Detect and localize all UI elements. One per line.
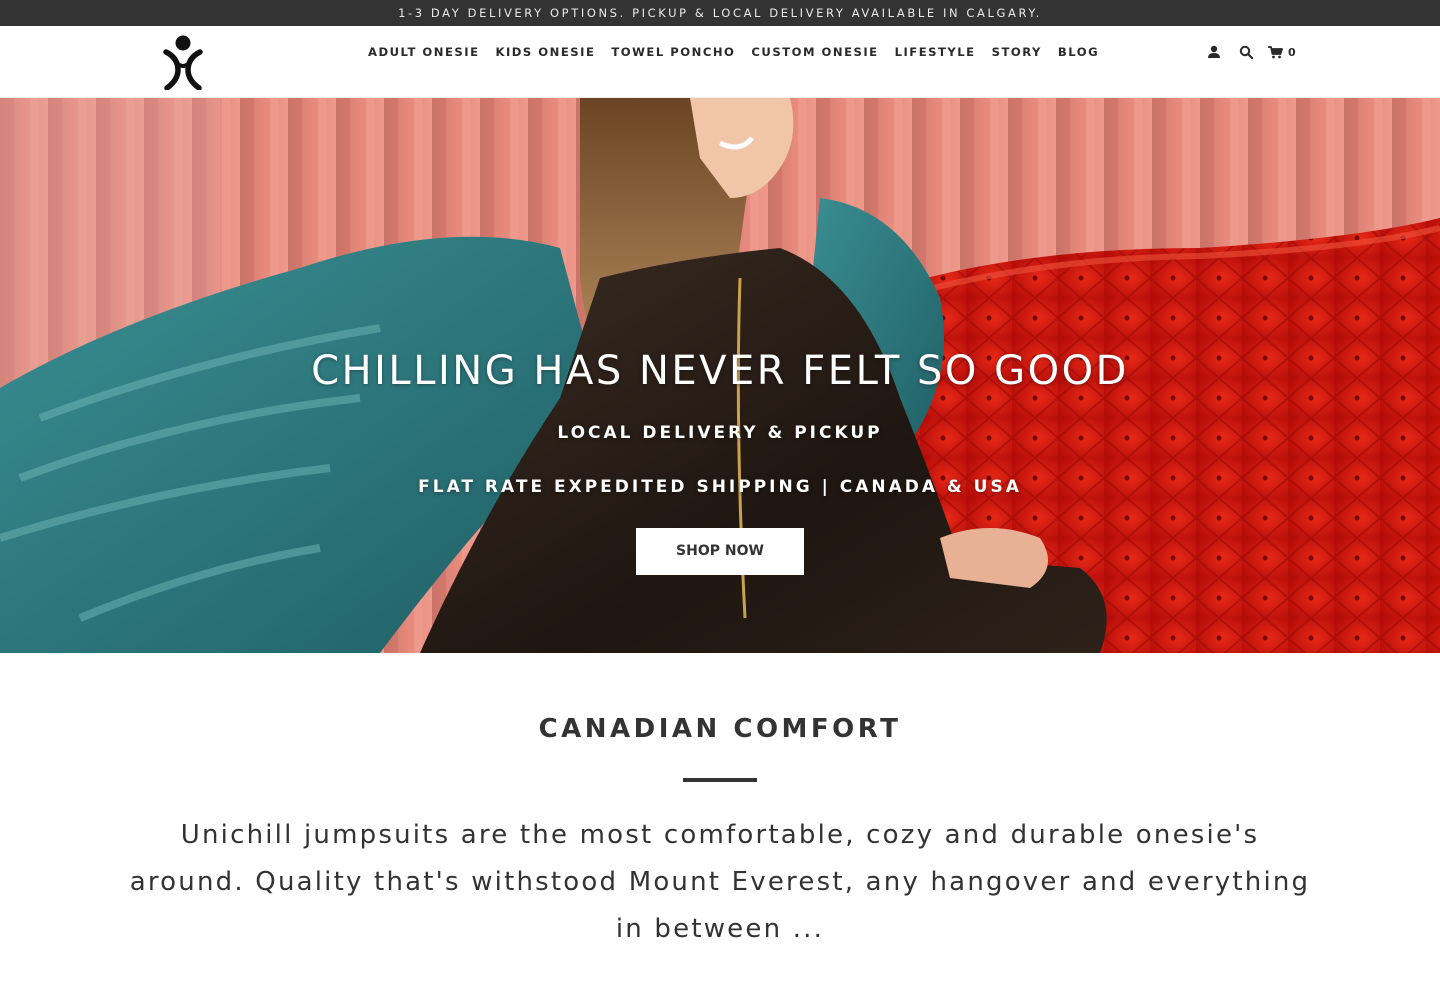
header-icons: 0 (1204, 26, 1296, 78)
title-divider (683, 778, 757, 782)
cart-count: 0 (1288, 45, 1296, 59)
section-title: CANADIAN COMFORT (538, 714, 902, 744)
site-header: ADULT ONESIE KIDS ONESIE TOWEL PONCHO CU… (0, 26, 1440, 98)
nav-item-story[interactable]: STORY (984, 26, 1050, 78)
nav-item-adult-onesie[interactable]: ADULT ONESIE (360, 26, 488, 78)
hero-banner: CHILLING HAS NEVER FELT SO GOOD LOCAL DE… (0, 98, 1440, 653)
announcement-bar: 1-3 DAY DELIVERY OPTIONS. PICKUP & LOCAL… (0, 0, 1440, 26)
logo[interactable] (160, 34, 206, 90)
cart-icon (1268, 45, 1283, 58)
nav-item-blog[interactable]: BLOG (1050, 26, 1107, 78)
nav-item-lifestyle[interactable]: LIFESTYLE (887, 26, 984, 78)
hero-subtitle-local-delivery: LOCAL DELIVERY & PICKUP (557, 423, 883, 443)
main-nav: ADULT ONESIE KIDS ONESIE TOWEL PONCHO CU… (360, 26, 1107, 78)
hero-subtitle-shipping: FLAT RATE EXPEDITED SHIPPING | CANADA & … (418, 477, 1022, 497)
user-icon[interactable] (1204, 42, 1224, 62)
search-icon[interactable] (1236, 42, 1256, 62)
nav-item-towel-poncho[interactable]: TOWEL PONCHO (603, 26, 743, 78)
nav-item-custom-onesie[interactable]: CUSTOM ONESIE (743, 26, 886, 78)
nav-item-kids-onesie[interactable]: KIDS ONESIE (488, 26, 604, 78)
shop-now-button[interactable]: SHOP NOW (636, 528, 804, 575)
cart-button[interactable]: 0 (1268, 46, 1296, 59)
hero-title: CHILLING HAS NEVER FELT SO GOOD (311, 348, 1129, 394)
intro-text: Unichill jumpsuits are the most comforta… (129, 820, 1311, 944)
